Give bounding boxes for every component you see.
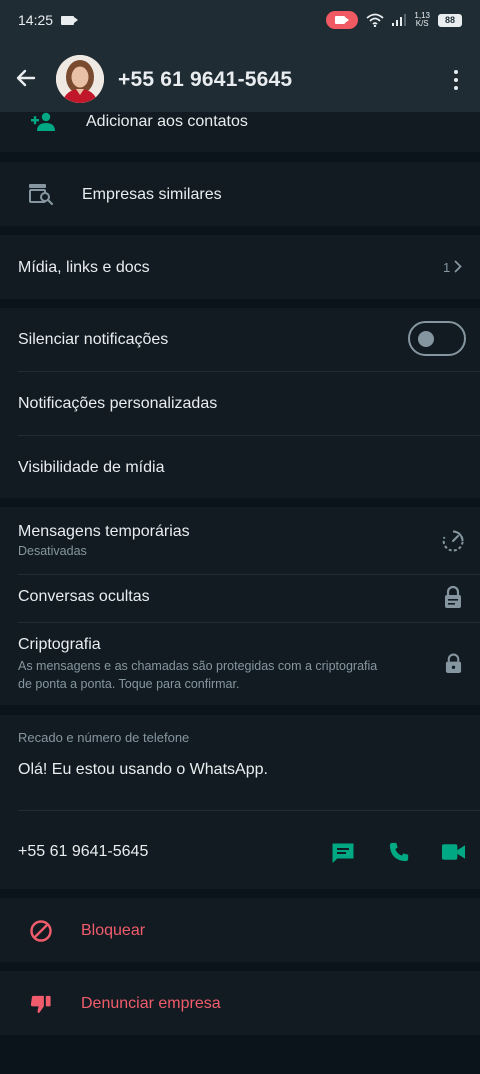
video-camera-icon (61, 15, 79, 25)
mute-notifications-row[interactable]: Silenciar notificações (0, 308, 480, 371)
block-label: Bloquear (81, 922, 146, 939)
back-arrow-icon[interactable] (14, 66, 38, 90)
media-visibility-row[interactable]: Visibilidade de mídia (0, 436, 480, 498)
add-contact-section: Adicionar aos contatos (0, 112, 480, 152)
hidden-chats-row[interactable]: Conversas ocultas (0, 575, 480, 622)
about-status-text: Olá! Eu estou usando o WhatsApp. (18, 761, 268, 778)
media-visibility-label: Visibilidade de mídia (18, 459, 165, 476)
privacy-section: Mensagens temporárias Desativadas Conver… (0, 507, 480, 705)
about-header: Recado e número de telefone (18, 730, 190, 745)
encryption-description-line2: de ponta a ponta. Toque para confirmar. (18, 677, 240, 691)
wifi-icon (366, 13, 385, 27)
notifications-section: Silenciar notificações Notificações pers… (0, 308, 480, 498)
report-business-row[interactable]: Denunciar empresa (0, 971, 480, 1035)
lock-icon (445, 653, 462, 673)
phone-call-icon[interactable] (388, 841, 410, 863)
video-call-icon[interactable] (441, 843, 466, 861)
disappearing-messages-row[interactable]: Mensagens temporárias Desativadas (0, 507, 480, 574)
signal-icon (392, 14, 407, 26)
timer-icon (442, 530, 464, 552)
about-section: Recado e número de telefone Olá! Eu esto… (0, 715, 480, 889)
mute-toggle[interactable] (408, 321, 466, 356)
block-section: Bloquear (0, 898, 480, 962)
toggle-knob (418, 331, 434, 347)
add-contact-row[interactable]: Adicionar aos contatos (0, 112, 480, 152)
mute-notifications-label: Silenciar notificações (18, 331, 169, 348)
profile-photo (56, 55, 104, 103)
disappearing-messages-status: Desativadas (18, 544, 87, 558)
encryption-label: Criptografia (18, 636, 101, 653)
battery-indicator: 88 (438, 13, 462, 27)
media-count: 1 (443, 260, 451, 275)
similar-businesses-label: Empresas similares (82, 186, 222, 203)
contact-title: +55 61 9641-5645 (118, 68, 293, 91)
block-icon (30, 920, 52, 942)
chevron-right-icon (454, 260, 462, 273)
hidden-chats-label: Conversas ocultas (18, 588, 150, 605)
more-options-icon[interactable] (448, 68, 464, 92)
report-section: Denunciar empresa (0, 971, 480, 1035)
app-bar: +55 61 9641-5645 (0, 40, 480, 112)
locked-chat-icon (445, 585, 461, 608)
media-section: Mídia, links e docs 1 (0, 235, 480, 299)
avatar[interactable] (56, 55, 104, 103)
add-person-icon (31, 112, 55, 131)
phone-row[interactable]: +55 61 9641-5645 (0, 811, 480, 889)
custom-notifications-label: Notificações personalizadas (18, 395, 218, 412)
disappearing-messages-label: Mensagens temporárias (18, 523, 190, 540)
about-status-row[interactable]: Olá! Eu estou usando o WhatsApp. (0, 749, 480, 809)
message-icon[interactable] (331, 842, 355, 864)
block-row[interactable]: Bloquear (0, 898, 480, 962)
similar-businesses-section: Empresas similares (0, 162, 480, 226)
status-time: 14:25 (18, 12, 54, 28)
status-bar: 14:25 1,13 K/S 88 (0, 0, 480, 40)
encryption-row[interactable]: Criptografia As mensagens e as chamadas … (0, 623, 480, 705)
encryption-description-line1: As mensagens e as chamadas são protegida… (18, 659, 378, 673)
media-links-docs-row[interactable]: Mídia, links e docs 1 (0, 235, 480, 299)
similar-businesses-row[interactable]: Empresas similares (0, 162, 480, 226)
screen-record-icon (326, 11, 359, 29)
media-links-docs-label: Mídia, links e docs (18, 259, 150, 276)
phone-number: +55 61 9641-5645 (18, 843, 149, 860)
storefront-search-icon (29, 184, 53, 205)
add-contact-label: Adicionar aos contatos (86, 113, 248, 130)
custom-notifications-row[interactable]: Notificações personalizadas (0, 372, 480, 435)
network-speed: 1,13 K/S (414, 11, 430, 28)
thumbs-down-icon (30, 995, 51, 1014)
report-business-label: Denunciar empresa (81, 995, 221, 1012)
